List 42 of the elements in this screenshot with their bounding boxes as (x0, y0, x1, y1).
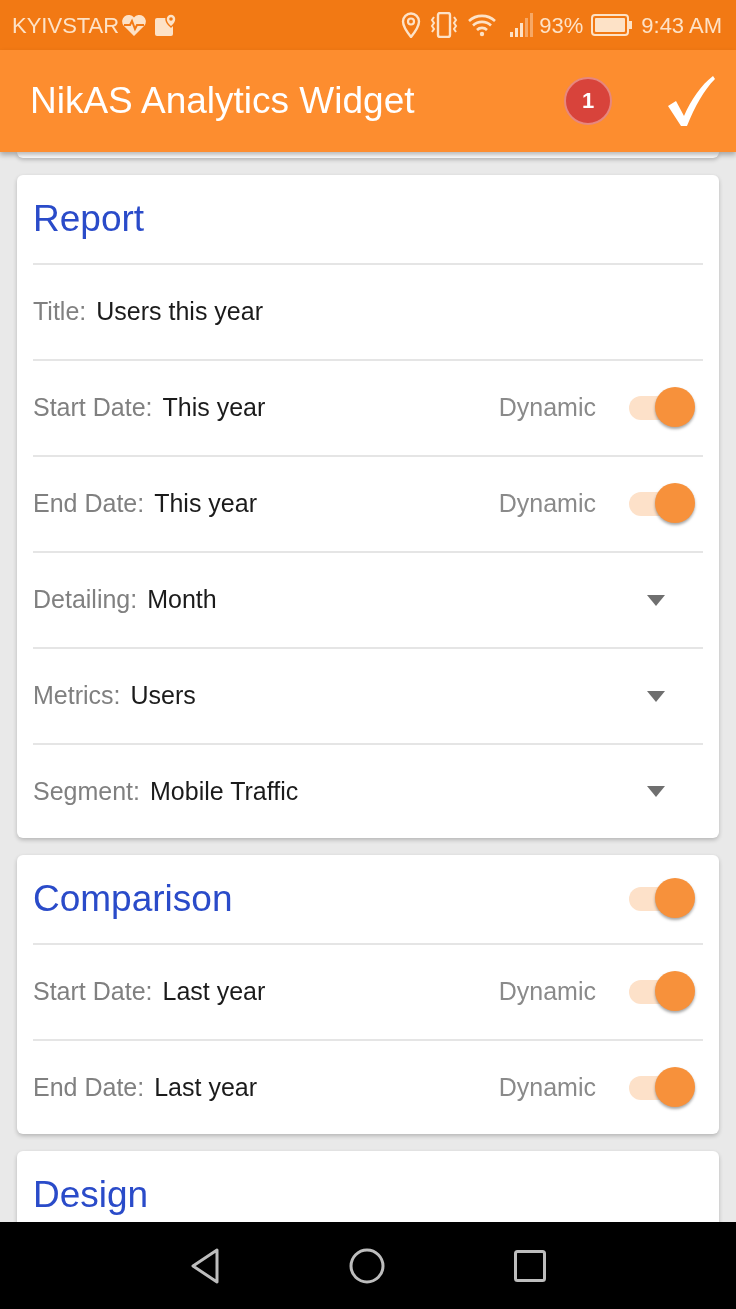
switch-label: Dynamic (498, 1071, 596, 1103)
field-label: Start Date: (33, 976, 153, 1008)
location-pin-icon (401, 12, 422, 38)
field-value[interactable]: This year (154, 485, 257, 523)
field-label: Metrics: (33, 680, 121, 712)
field-label: Title: (33, 296, 87, 328)
switch-label: Dynamic (498, 392, 596, 424)
caret-icon[interactable] (647, 594, 665, 606)
field-value[interactable]: Users (130, 677, 196, 715)
back-icon[interactable] (190, 1247, 220, 1284)
phone-vibrate-icon (429, 12, 460, 38)
field-value[interactable]: Month (147, 581, 217, 619)
section-title: Report (33, 197, 146, 242)
switch-label: Dynamic (498, 976, 596, 1008)
field-label: Start Date: (33, 392, 153, 424)
field-value[interactable]: Last year (162, 973, 266, 1011)
app-title: NikAS Analytics Widget (30, 79, 416, 124)
home-icon[interactable] (349, 1247, 385, 1284)
field-label: End Date: (33, 1071, 145, 1103)
field-label: Detailing: (33, 584, 138, 616)
caret-icon[interactable] (647, 786, 665, 797)
section-title: Comparison (33, 877, 234, 922)
field-value[interactable]: This year (162, 389, 266, 427)
heart-pulse-icon (121, 14, 148, 36)
check-icon (667, 76, 715, 126)
carrier-name: KYIVSTAR (12, 11, 120, 40)
recents-icon[interactable] (514, 1249, 546, 1282)
field-value[interactable]: Mobile Traffic (150, 772, 299, 811)
map-icon (155, 14, 178, 36)
battery-percent: 93% (539, 11, 584, 40)
switch-label: Dynamic (498, 488, 596, 520)
battery-icon (591, 14, 634, 36)
signal-icon (509, 13, 534, 37)
field-label: End Date: (33, 488, 145, 520)
field-value[interactable]: Users this year (96, 293, 263, 331)
notification-count[interactable]: 1 (564, 77, 612, 125)
caret-icon[interactable] (647, 690, 665, 702)
wifi-icon (467, 13, 498, 37)
clock-time: 9:43 AM (641, 11, 722, 40)
field-label: Segment: (33, 775, 140, 807)
field-value[interactable]: Last year (154, 1068, 258, 1107)
section-title: Design (33, 1173, 150, 1218)
